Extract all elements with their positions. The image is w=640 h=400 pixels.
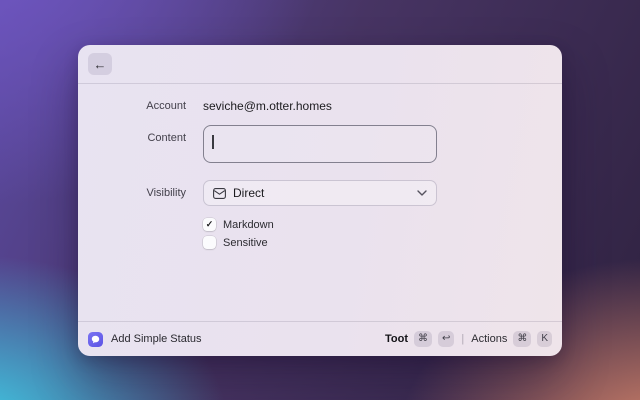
command-key-badge: ⌘ bbox=[414, 331, 432, 347]
app-logo-icon bbox=[88, 331, 103, 347]
window-header: ← bbox=[78, 45, 562, 84]
visibility-row: Visibility Direct bbox=[78, 180, 562, 206]
checkmark-icon: ✓ bbox=[205, 219, 214, 229]
add-simple-status-button[interactable]: Add Simple Status bbox=[111, 333, 202, 345]
chevron-down-icon bbox=[417, 190, 427, 196]
markdown-option[interactable]: ✓ Markdown bbox=[203, 218, 437, 231]
command-key-badge: ⌘ bbox=[513, 331, 532, 347]
desktop-background: ← Account seviche@m.otter.homes Content … bbox=[0, 0, 640, 400]
options-row: ✓ Markdown Sensitive bbox=[78, 218, 562, 249]
checkbox-group: ✓ Markdown Sensitive bbox=[203, 218, 437, 249]
actions-button[interactable]: Actions bbox=[471, 333, 507, 345]
back-button[interactable]: ← bbox=[88, 53, 112, 75]
footer-divider: | bbox=[461, 333, 465, 345]
content-label: Content bbox=[147, 132, 186, 144]
text-cursor bbox=[212, 135, 214, 149]
sensitive-checkbox[interactable] bbox=[203, 236, 216, 249]
visibility-selected-value: Direct bbox=[233, 186, 265, 200]
sensitive-label: Sensitive bbox=[223, 236, 268, 249]
sensitive-option[interactable]: Sensitive bbox=[203, 236, 437, 249]
content-input[interactable] bbox=[203, 125, 437, 163]
back-arrow-icon: ← bbox=[93, 56, 107, 72]
k-key-badge: K bbox=[537, 331, 552, 347]
markdown-checkbox[interactable]: ✓ bbox=[203, 218, 216, 231]
account-label: Account bbox=[146, 100, 186, 112]
visibility-select[interactable]: Direct bbox=[203, 180, 437, 206]
account-value: seviche@m.otter.homes bbox=[203, 99, 332, 113]
visibility-label: Visibility bbox=[146, 187, 186, 199]
account-row: Account seviche@m.otter.homes bbox=[78, 99, 562, 113]
window-footer: Add Simple Status Toot ⌘ ↩ | Actions ⌘ K bbox=[78, 321, 562, 356]
form-body: Account seviche@m.otter.homes Content Vi… bbox=[78, 84, 562, 321]
toot-button[interactable]: Toot bbox=[385, 333, 408, 345]
markdown-label: Markdown bbox=[223, 218, 274, 231]
envelope-icon bbox=[213, 187, 226, 199]
compose-status-window: ← Account seviche@m.otter.homes Content … bbox=[78, 45, 562, 356]
footer-actions: Toot ⌘ ↩ | Actions ⌘ K bbox=[385, 331, 552, 347]
content-row: Content bbox=[78, 125, 562, 163]
return-key-badge: ↩ bbox=[438, 331, 455, 347]
